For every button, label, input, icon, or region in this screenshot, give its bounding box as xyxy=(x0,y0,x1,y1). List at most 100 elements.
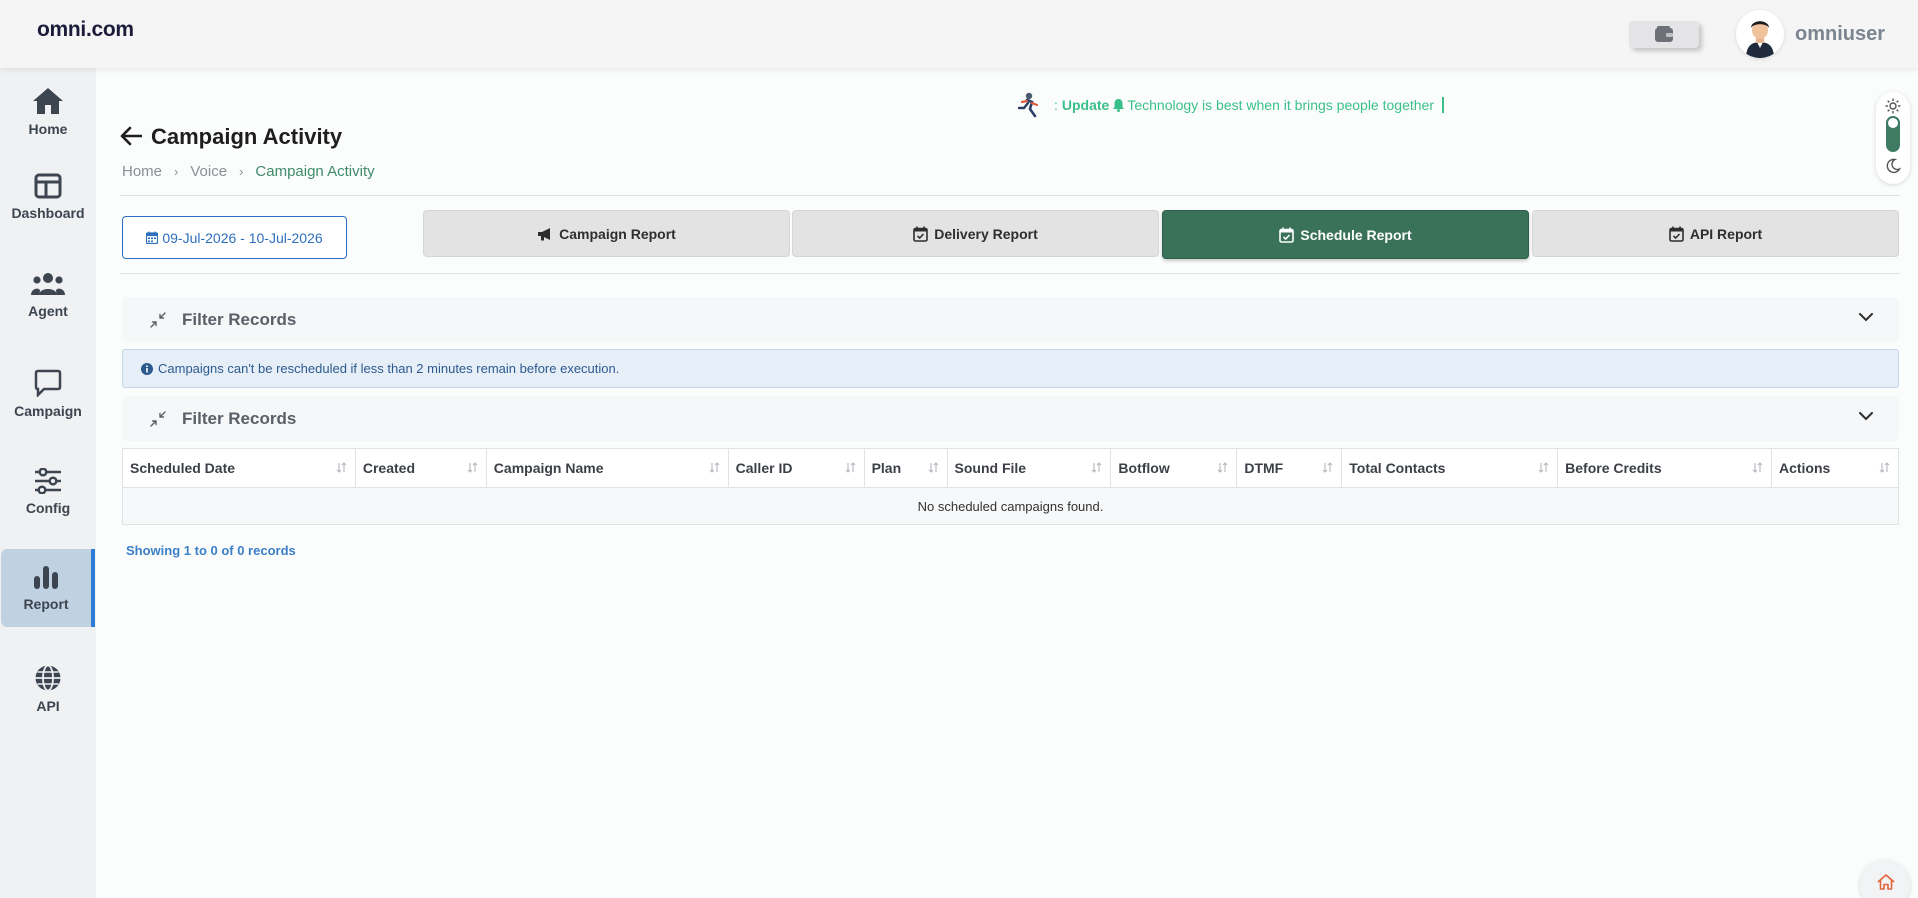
username[interactable]: omniuser xyxy=(1795,23,1885,46)
column-header-botflow[interactable]: Botflow xyxy=(1110,448,1238,488)
tab-label: Schedule Report xyxy=(1300,226,1412,243)
sidebar-item-config[interactable]: Config xyxy=(0,453,96,531)
filter-records-title: Filter Records xyxy=(182,309,297,329)
column-header-created[interactable]: Created xyxy=(354,448,487,488)
users-icon xyxy=(31,273,65,295)
column-label: Created xyxy=(362,460,415,476)
moon-icon xyxy=(1886,158,1901,174)
pagination-summary: Showing 1 to 0 of 0 records xyxy=(126,543,296,558)
home-outline-icon xyxy=(1877,874,1895,890)
ticker-message: Technology is best when it brings people… xyxy=(1127,97,1434,113)
sidebar-item-report[interactable]: Report xyxy=(1,549,95,627)
collapse-arrows-icon xyxy=(150,410,166,427)
chat-icon xyxy=(34,369,62,397)
sort-icon xyxy=(467,462,478,473)
wallet-icon xyxy=(1655,26,1673,42)
avatar[interactable] xyxy=(1736,10,1784,58)
collapse-arrows-icon xyxy=(150,311,166,328)
breadcrumb-current: Campaign Activity xyxy=(255,163,375,180)
column-header-campaign-name[interactable]: Campaign Name xyxy=(485,448,729,488)
page-title: Campaign Activity xyxy=(151,124,343,149)
back-button[interactable] xyxy=(120,126,143,151)
tab-api-report[interactable]: API Report xyxy=(1532,210,1899,257)
column-label: Total Contacts xyxy=(1349,460,1446,476)
column-label: Plan xyxy=(871,460,902,476)
column-header-sound-file[interactable]: Sound File xyxy=(946,448,1112,488)
ticker-cursor xyxy=(1441,97,1444,113)
column-header-total-contacts[interactable]: Total Contacts xyxy=(1341,448,1559,488)
column-label: Scheduled Date xyxy=(130,460,236,476)
filter-records-panel[interactable]: Filter Records xyxy=(122,297,1899,342)
sort-icon xyxy=(709,462,720,473)
sort-icon xyxy=(1879,462,1890,473)
arrow-left-icon xyxy=(120,126,143,146)
column-label: Actions xyxy=(1778,460,1831,476)
info-notice: Campaigns can't be rescheduled if less t… xyxy=(122,349,1899,388)
sort-icon xyxy=(1217,462,1228,473)
sun-icon xyxy=(1885,98,1901,114)
dashboard-icon xyxy=(34,173,62,199)
bell-icon xyxy=(1113,99,1125,112)
sort-icon xyxy=(1752,462,1763,473)
divider xyxy=(120,195,1900,196)
sidebar-item-campaign[interactable]: Campaign xyxy=(0,355,96,433)
filter-records-title: Filter Records xyxy=(182,408,297,428)
running-person-icon xyxy=(1017,92,1039,118)
calendar-check-icon xyxy=(1279,227,1295,243)
tab-label: API Report xyxy=(1689,225,1763,242)
tab-schedule-report[interactable]: Schedule Report xyxy=(1162,210,1529,259)
date-range-value: 09-Jul-2026 - 10-Jul-2026 xyxy=(162,229,323,246)
sidebar-item-home[interactable]: Home xyxy=(0,73,96,151)
scheduled-campaigns-table: Scheduled Date Created Campaign Name Cal… xyxy=(122,448,1900,525)
column-label: Before Credits xyxy=(1565,460,1662,476)
sidebar-item-agent[interactable]: Agent xyxy=(0,256,96,334)
notice-text: Campaigns can't be rescheduled if less t… xyxy=(158,361,620,376)
breadcrumb-voice[interactable]: Voice xyxy=(190,163,227,180)
calendar-icon xyxy=(146,231,159,244)
top-bar: omni.com omniuser xyxy=(0,0,1918,68)
sort-icon xyxy=(1092,462,1102,473)
chevron-right-icon: › xyxy=(174,164,179,179)
table-row: No scheduled campaigns found. xyxy=(122,487,1899,525)
globe-icon xyxy=(35,664,61,692)
tab-label: Delivery Report xyxy=(934,225,1038,242)
table-header-row: Scheduled Date Created Campaign Name Cal… xyxy=(122,448,1900,488)
theme-toggle[interactable] xyxy=(1876,92,1910,184)
tab-delivery-report[interactable]: Delivery Report xyxy=(792,210,1159,257)
breadcrumb-home[interactable]: Home xyxy=(122,163,162,180)
tab-label: Campaign Report xyxy=(559,225,676,242)
wallet-button[interactable] xyxy=(1629,21,1699,48)
divider xyxy=(120,273,1900,274)
sidebar-item-label: Config xyxy=(25,500,71,516)
column-header-scheduled-date[interactable]: Scheduled Date xyxy=(122,448,356,488)
sidebar-item-label: Campaign xyxy=(14,403,82,419)
sort-icon xyxy=(845,462,855,473)
theme-toggle-knob[interactable] xyxy=(1888,118,1898,128)
date-range-button[interactable]: 09-Jul-2026 - 10-Jul-2026 xyxy=(122,216,347,259)
megaphone-icon xyxy=(538,227,551,240)
home-icon xyxy=(33,88,63,114)
column-header-before-credits[interactable]: Before Credits xyxy=(1557,448,1772,488)
sidebar-item-dashboard[interactable]: Dashboard xyxy=(0,158,96,236)
column-header-caller-id[interactable]: Caller ID xyxy=(727,448,865,488)
calendar-check-icon xyxy=(1669,226,1684,242)
sidebar-item-label: API xyxy=(36,698,60,714)
filter-records-panel[interactable]: Filter Records xyxy=(122,396,1899,441)
column-header-plan[interactable]: Plan xyxy=(863,448,948,488)
sidebar-item-label: Home xyxy=(28,121,68,137)
column-header-dtmf[interactable]: DTMF xyxy=(1236,448,1343,488)
column-label: Campaign Name xyxy=(493,460,604,476)
sliders-icon xyxy=(35,468,61,494)
column-label: Sound File xyxy=(954,460,1027,476)
logo[interactable]: omni.com xyxy=(37,18,134,42)
chevron-down-icon xyxy=(1859,412,1873,421)
floating-home-button[interactable] xyxy=(1860,860,1910,898)
chevron-down-icon xyxy=(1859,313,1873,322)
column-header-actions[interactable]: Actions xyxy=(1770,448,1900,488)
announcement-ticker: : Update Technology is best when it brin… xyxy=(1016,88,1444,122)
bar-chart-icon xyxy=(34,566,58,589)
sidebar-item-api[interactable]: API xyxy=(0,650,96,728)
sidebar: Home Dashboard Agent Campaign Config Rep… xyxy=(0,68,96,898)
ticker-prefix: : xyxy=(1054,97,1058,113)
tab-campaign-report[interactable]: Campaign Report xyxy=(423,210,790,257)
